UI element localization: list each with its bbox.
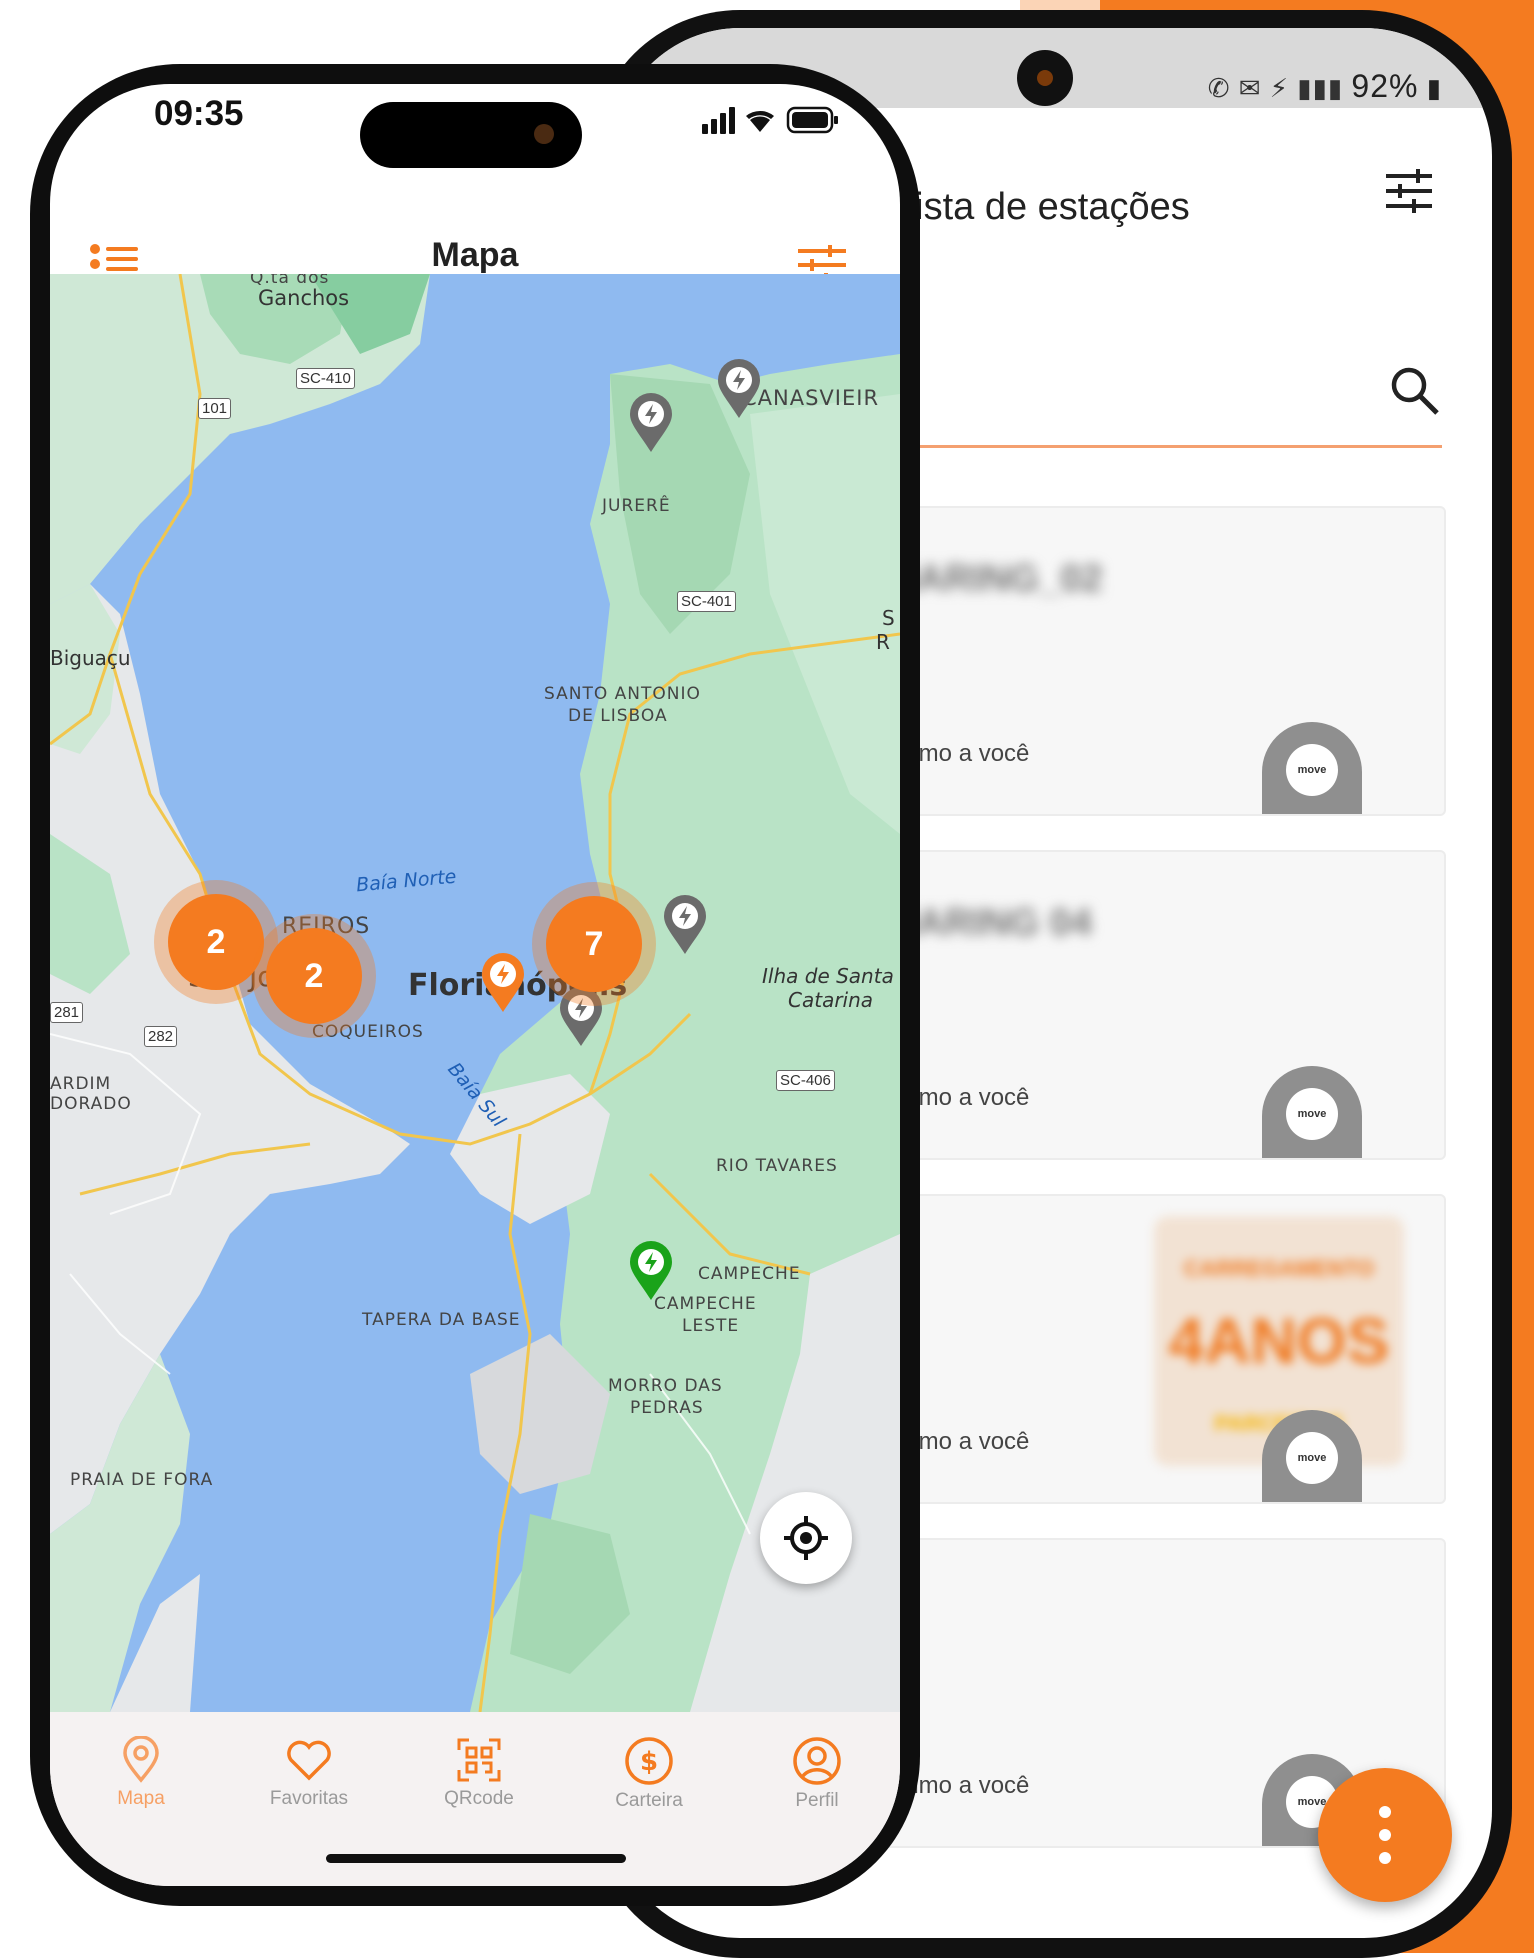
- map-label: Catarina: [788, 988, 874, 1012]
- map-label: R: [876, 630, 890, 654]
- station-pin-orange[interactable]: [480, 952, 526, 1014]
- tab-perfil[interactable]: Perfil: [752, 1736, 882, 1812]
- operator-logo: move: [1262, 722, 1362, 814]
- station-cluster[interactable]: 2: [266, 928, 362, 1024]
- tab-mapa[interactable]: Mapa: [76, 1736, 206, 1810]
- map-label: Ilha de Santa: [762, 964, 894, 988]
- home-indicator: [326, 1854, 626, 1863]
- operator-logo: move: [1262, 1410, 1362, 1502]
- map-label: PRAIA DE FORA: [70, 1470, 214, 1490]
- status-icons: [702, 106, 838, 134]
- road-shield: 282: [144, 1026, 178, 1047]
- station-pin-grey[interactable]: [558, 986, 604, 1048]
- profile-icon: [793, 1737, 841, 1785]
- tab-label: Favoritas: [269, 1788, 349, 1809]
- map-label: Ganchos: [258, 286, 350, 310]
- station-cluster[interactable]: 2: [168, 894, 264, 990]
- station-pin-grey[interactable]: [716, 358, 762, 420]
- dynamic-island: [360, 102, 582, 168]
- map-label: LESTE: [682, 1316, 740, 1336]
- tab-qrcode[interactable]: QRcode: [414, 1736, 544, 1810]
- filter-icon[interactable]: [1384, 166, 1434, 216]
- search-icon[interactable]: [1387, 363, 1443, 419]
- map-label: RIO TAVARES: [716, 1156, 838, 1176]
- tab-label: Perfil: [795, 1790, 839, 1811]
- station-card[interactable]: SHARING 04 Próximo a você move: [862, 850, 1446, 1160]
- tab-label: Mapa: [117, 1788, 165, 1809]
- map-label: Biguaçu: [50, 646, 131, 670]
- map-label: DE LISBOA: [568, 706, 668, 726]
- front-camera: [1017, 50, 1073, 106]
- crosshair-icon: [784, 1516, 828, 1560]
- road-shield: SC-401: [677, 591, 736, 612]
- map-label: ARDIM: [50, 1074, 112, 1094]
- map-label: CANASVIEIR: [742, 386, 880, 410]
- locate-me-button[interactable]: [760, 1492, 852, 1584]
- station-pin-grey[interactable]: [628, 392, 674, 454]
- status-time: 09:35: [154, 94, 244, 133]
- station-list-title: Lista de estações: [894, 186, 1190, 228]
- tab-favoritas[interactable]: Favoritas: [244, 1736, 374, 1810]
- map-pin-icon: [123, 1736, 159, 1783]
- map-label: S: [882, 606, 895, 630]
- road-shield: SC-406: [776, 1070, 835, 1091]
- map-label: TAPERA DA BASE: [362, 1310, 521, 1330]
- map-label: SANTO ANTONIO: [544, 684, 701, 704]
- road-shield: 281: [50, 1002, 84, 1023]
- iphone-screen: 09:35 Mapa Q.ta dos Ganchos SC-410 101 C…: [50, 84, 900, 1886]
- tab-label: QRcode: [444, 1788, 514, 1809]
- operator-logo: move: [1262, 1066, 1362, 1158]
- road-shield: SC-410: [296, 368, 355, 389]
- page-title: Mapa: [431, 236, 519, 274]
- station-pin-green[interactable]: [628, 1240, 674, 1302]
- battery-percent: ✆ ✉ ⚡ ▮▮▮ 92% ▮: [1207, 68, 1442, 104]
- status-icons: ✆ ✉ ⚡ ▮▮▮: [1207, 73, 1352, 103]
- tab-carteira[interactable]: $ Carteira: [584, 1736, 714, 1812]
- station-pin-grey[interactable]: [662, 894, 708, 956]
- search-input[interactable]: [852, 445, 1442, 448]
- map-label: COQUEIROS: [312, 1022, 424, 1042]
- station-card[interactable]: CARREGAMENTO 4ANOS PARCEIROS Próximo a v…: [862, 1194, 1446, 1504]
- station-card[interactable]: SHARING_02 Próximo a você move: [862, 506, 1446, 816]
- map-label: DORADO: [50, 1094, 132, 1114]
- road-shield: 101: [198, 398, 232, 419]
- map-label: MORRO DAS: [608, 1376, 723, 1396]
- more-options-button[interactable]: [1318, 1768, 1452, 1902]
- map-label: PEDRAS: [630, 1398, 704, 1418]
- heart-icon: [287, 1740, 331, 1781]
- map-label: CAMPECHE: [698, 1264, 801, 1284]
- more-vertical-icon: [1379, 1806, 1391, 1818]
- qrcode-icon: [457, 1738, 501, 1782]
- station-cluster[interactable]: 7: [546, 896, 642, 992]
- svg-text:$: $: [640, 1747, 658, 1777]
- dollar-icon: $: [625, 1737, 673, 1785]
- map-label: JURERÊ: [602, 496, 671, 516]
- tab-label: Carteira: [615, 1790, 683, 1811]
